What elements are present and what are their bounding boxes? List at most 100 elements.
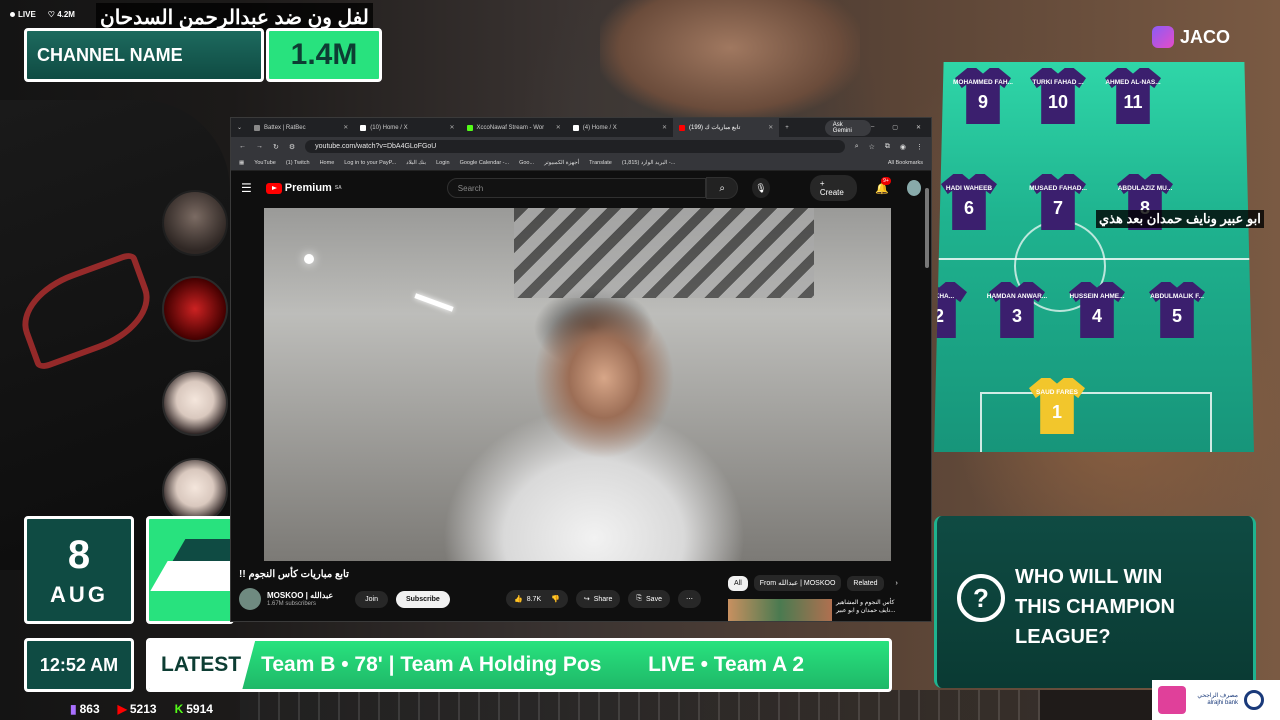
bookmark-item[interactable]: (1,815) البريد الوارد -... (622, 160, 675, 166)
x-logo-icon (572, 124, 579, 131)
date-card: 8 AUG (24, 516, 134, 624)
brand-stripe (150, 561, 231, 591)
browser-tab[interactable]: Battex | RatBec ✕ (248, 118, 354, 137)
more-actions-button[interactable]: ⋯ (677, 590, 701, 608)
youtube-play-icon (265, 182, 282, 194)
bookmark-item[interactable]: Log in to your PayP... (344, 160, 396, 166)
avatar (162, 370, 228, 436)
youtube-header: ☰ Premium SA Search ⌕ 🎙 + Create 🔔 9+ (231, 171, 931, 205)
close-icon[interactable]: ✕ (556, 124, 561, 131)
bookmark-item[interactable]: أجهزة الكمبيوتر (544, 160, 579, 166)
heart-icon: ♡ (47, 10, 58, 19)
avatar (162, 276, 228, 342)
tab-search-icon[interactable]: ⌄ (231, 124, 248, 131)
viewer-count: 4.2M (57, 10, 75, 19)
kick-icon: K (174, 702, 184, 716)
ticker-label: LATEST (149, 641, 256, 689)
penalty-box (980, 392, 1212, 452)
recommended-video[interactable]: كأس النجوم و المشاهير نايف حمدان و ابو ع… (728, 599, 898, 621)
ask-gemini-button[interactable]: Ask Gemini (824, 119, 871, 136)
search-input[interactable]: Search (446, 178, 707, 198)
favicon-icon (254, 124, 261, 131)
extensions-icon[interactable]: ⧉ (885, 143, 890, 151)
site-info-icon[interactable]: ⚙ (289, 143, 295, 151)
maximize-icon[interactable]: ▢ (892, 124, 898, 131)
chevron-right-icon[interactable]: › (896, 580, 898, 587)
bookmark-item[interactable]: Google Calendar -... (460, 160, 510, 166)
address-bar-row: ← → ↻ ⚙ youtube.com/watch?v=DbA4GLoFGoU … (231, 137, 931, 156)
thumbs-down-icon[interactable]: 👎 (551, 595, 560, 603)
twitch-icon: ▮ (70, 702, 77, 716)
side-caption: ابو عبير ونايف حمدان بعد هذي (1096, 210, 1264, 228)
scrollbar[interactable] (925, 188, 929, 268)
create-button[interactable]: + Create (809, 175, 858, 201)
all-bookmarks[interactable]: All Bookmarks (888, 160, 923, 166)
apps-grid-icon[interactable]: ▦ (239, 160, 244, 166)
like-button[interactable]: 👍 8.7K 👎 (506, 590, 568, 608)
video-light (304, 254, 314, 264)
join-button[interactable]: Join (355, 590, 388, 608)
profile-icon[interactable]: ◉ (900, 143, 906, 151)
youtube-logo[interactable]: Premium SA (265, 182, 342, 194)
thumbs-up-icon: 👍 (514, 596, 523, 603)
bookmark-item[interactable]: Home (320, 160, 335, 166)
player-card: 11 AHMED AL-NAS... (1098, 68, 1168, 124)
bookmark-item[interactable]: YouTube (254, 160, 276, 166)
date-month: AUG (50, 582, 108, 607)
browser-tab[interactable]: (4) Home / X ✕ (567, 118, 673, 137)
player-card: 10 TURKI FAHAD ... (1023, 68, 1093, 124)
forward-icon[interactable]: → (256, 143, 263, 150)
mic-icon[interactable]: 🎙 (752, 178, 770, 198)
video-ceiling (514, 208, 814, 298)
back-icon[interactable]: ← (239, 143, 246, 150)
chip-related[interactable]: Related (847, 575, 884, 591)
channel-name[interactable]: MOSKOO | عبدالله (267, 591, 333, 600)
notifications-bell-icon[interactable]: 🔔 9+ (875, 176, 891, 195)
video-light (414, 293, 454, 312)
close-icon[interactable]: ✕ (450, 124, 455, 131)
chip-all[interactable]: All (728, 575, 748, 591)
share-button[interactable]: ↪ Share (575, 590, 621, 608)
bookmark-star-icon[interactable]: ☆ (869, 143, 875, 151)
subscribe-button[interactable]: Subscribe (395, 590, 450, 608)
recommended-title[interactable]: كأس النجوم و المشاهير نايف حمدان و ابو ع… (836, 599, 898, 621)
chip-from-channel[interactable]: From عبدالله | MOSKOO (753, 575, 842, 591)
zoom-icon[interactable]: ⌕ (855, 143, 859, 151)
minimize-icon[interactable]: – (871, 124, 874, 131)
bookmark-item[interactable]: بنك البلاد (406, 160, 426, 166)
channel-avatar[interactable] (239, 588, 261, 610)
player-card: 7 MUSAED FAHAD... (1023, 174, 1093, 230)
recommendation-chips: All From عبدالله | MOSKOO Related › (728, 575, 898, 591)
browser-tab-active[interactable]: (199) تابع مباريات ك ✕ (673, 118, 780, 137)
channel-info: MOSKOO | عبدالله 1.67M subscribers (267, 591, 333, 607)
bookmark-item[interactable]: (1) Twitch (286, 160, 310, 166)
account-avatar[interactable] (906, 180, 921, 196)
recommended-thumbnail[interactable] (728, 599, 832, 621)
video-title: !! تابع مباريات كأس النجوم (239, 569, 349, 580)
close-icon[interactable]: ✕ (343, 124, 348, 131)
close-window-icon[interactable]: ✕ (916, 124, 921, 131)
browser-tab[interactable]: (10) Home / X ✕ (354, 118, 460, 137)
menu-icon[interactable]: ⋮ (916, 143, 923, 151)
save-button[interactable]: ⎘ Save (628, 590, 670, 608)
bookmark-item[interactable]: Login (436, 160, 449, 166)
new-tab-icon[interactable]: + (785, 125, 789, 131)
bookmark-item[interactable]: Goo... (519, 160, 534, 166)
avatar (162, 190, 228, 256)
bookmarks-bar: ▦ YouTube (1) Twitch Home Log in to your… (231, 156, 931, 171)
avatar (162, 458, 228, 524)
video-player[interactable] (264, 208, 891, 561)
close-icon[interactable]: ✕ (768, 124, 773, 131)
close-icon[interactable]: ✕ (662, 124, 667, 131)
sponsor-logo-pink (1158, 686, 1186, 714)
url-input[interactable]: youtube.com/watch?v=DbA4GLoFGoU (305, 140, 845, 153)
browser-tab[interactable]: XccoNawaf Stream - Wor ✕ (461, 118, 567, 137)
live-label: LIVE (18, 10, 36, 19)
stat-twitch: ▮ 863 (70, 702, 100, 716)
bookmark-item[interactable]: Translate (589, 160, 612, 166)
reload-icon[interactable]: ↻ (273, 143, 279, 151)
hamburger-menu-icon[interactable]: ☰ (241, 181, 252, 195)
video-actions: 👍 8.7K 👎 ↪ Share ⎘ Save ⋯ (506, 590, 701, 608)
search-icon[interactable]: ⌕ (706, 177, 739, 199)
share-icon: ↪ (583, 596, 590, 603)
